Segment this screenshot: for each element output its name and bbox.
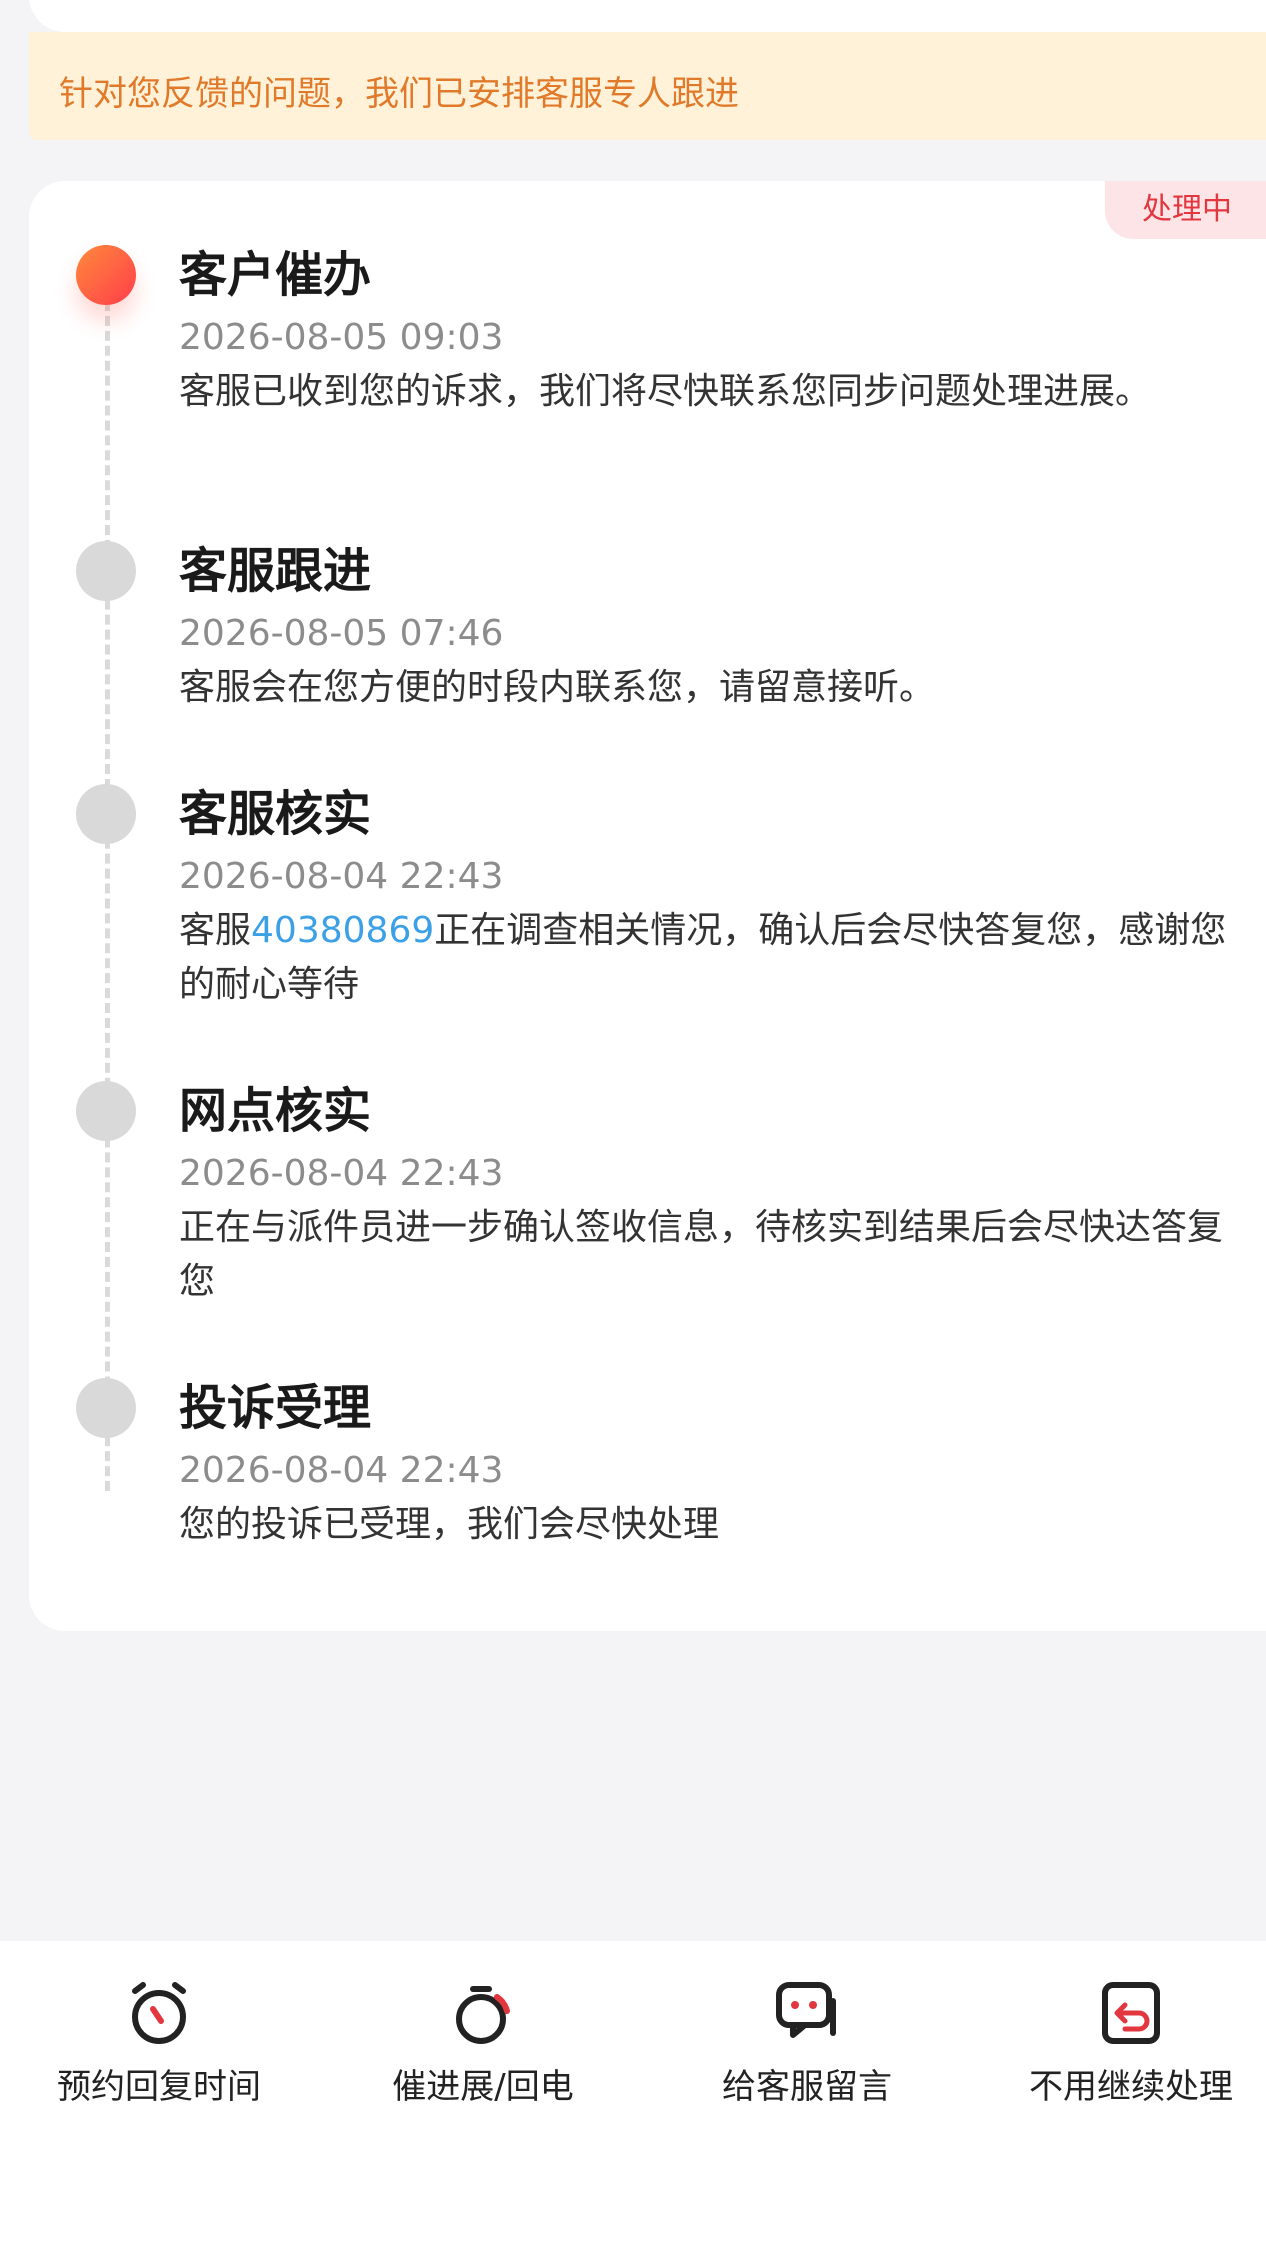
step-desc-prefix: 客服	[179, 910, 252, 951]
timeline-node-active	[76, 245, 136, 305]
step-title: 客服核实	[179, 786, 372, 842]
step-desc: 正在与派件员进一步确认签收信息，待核实到结果后会尽快达答复您	[179, 1207, 1224, 1302]
leave-message-button[interactable]: 给客服留言	[657, 1977, 957, 2108]
timeline-node	[76, 1081, 136, 1141]
timeline-card: 处理中 客户催办 2026-08-05 09:03 客服已收到您的诉求，我们将尽…	[29, 181, 1266, 1631]
step-time: 2026-08-04 22:43	[179, 1153, 504, 1194]
bottom-action-bar: 预约回复时间 催进展/回电 给客服留言 不用继续处理	[0, 1941, 1266, 2259]
step-title: 客服跟进	[179, 543, 372, 599]
action-label: 催进展/回电	[392, 2067, 574, 2107]
step-title: 投诉受理	[179, 1380, 372, 1436]
step-desc: 客服已收到您的诉求，我们将尽快联系您同步问题处理进展。	[179, 371, 1152, 412]
step-desc: 客服会在您方便的时段内联系您，请留意接听。	[179, 667, 936, 708]
chat-bubble-icon	[776, 1982, 836, 2038]
timeline-line	[105, 301, 110, 1491]
notice-text: 针对您反馈的问题，我们已安排客服专人跟进	[59, 74, 739, 114]
timeline-node	[76, 541, 136, 601]
step-time: 2026-08-05 07:46	[179, 613, 504, 654]
agent-id-link[interactable]: 40380869	[251, 910, 434, 951]
step-title: 网点核实	[179, 1083, 372, 1139]
step-desc: 客服40380869正在调查相关情况，确认后会尽快答复您，感谢您的耐心等待	[179, 904, 1249, 1012]
stopwatch-icon	[456, 1986, 510, 2044]
action-label: 预约回复时间	[57, 2067, 261, 2107]
status-badge: 处理中	[1105, 181, 1266, 239]
alarm-clock-icon	[132, 1982, 186, 2044]
action-label: 给客服留言	[722, 2067, 892, 2107]
timeline-node	[76, 784, 136, 844]
timeline-node	[76, 1378, 136, 1438]
step-time: 2026-08-04 22:43	[179, 856, 504, 897]
urge-progress-button[interactable]: 催进展/回电	[333, 1977, 633, 2108]
action-label: 不用继续处理	[1029, 2067, 1233, 2107]
schedule-reply-button[interactable]: 预约回复时间	[9, 1977, 309, 2108]
top-card	[29, 0, 1266, 32]
step-time: 2026-08-05 09:03	[179, 317, 504, 358]
stop-processing-button[interactable]: 不用继续处理	[981, 1977, 1266, 2108]
step-time: 2026-08-04 22:43	[179, 1450, 504, 1491]
step-desc: 您的投诉已受理，我们会尽快处理	[179, 1504, 720, 1545]
return-box-icon	[1102, 1982, 1160, 2044]
notice-banner: 针对您反馈的问题，我们已安排客服专人跟进	[29, 32, 1266, 140]
step-title: 客户催办	[179, 247, 372, 303]
